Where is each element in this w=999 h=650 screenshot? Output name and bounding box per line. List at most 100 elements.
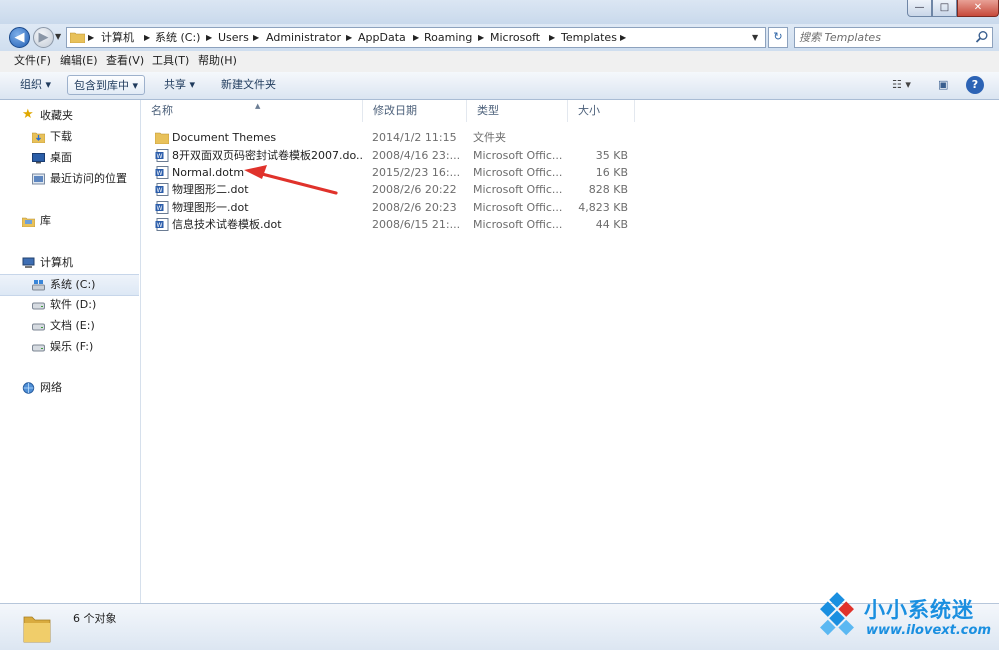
nav-downloads[interactable]: 下载 <box>0 127 139 147</box>
svg-text:W: W <box>157 170 163 177</box>
file-row[interactable]: W Normal.dotm 2015/2/23 16:... Microsoft… <box>141 164 641 181</box>
file-name: 8开双面双页码密封试卷模板2007.do... <box>172 149 362 162</box>
breadcrumb-separator[interactable]: ▶ <box>144 30 150 46</box>
breadcrumb-microsoft[interactable]: Microsoft <box>490 30 540 46</box>
word-template-icon: W <box>155 166 169 179</box>
nav-network[interactable]: 网络 <box>0 378 139 398</box>
breadcrumb-templates[interactable]: Templates <box>561 30 617 46</box>
search-icon[interactable] <box>975 30 989 44</box>
share-button[interactable]: 共享 ▾ <box>158 75 201 95</box>
file-type: 文件夹 <box>473 131 506 144</box>
network-icon <box>22 382 35 394</box>
maximize-button[interactable]: □ <box>932 0 957 17</box>
file-type: Microsoft Offic... <box>473 201 563 214</box>
breadcrumb-separator[interactable]: ▶ <box>413 30 419 46</box>
column-header-type[interactable]: 类型 <box>467 100 568 122</box>
column-header-name[interactable]: 名称 <box>141 100 363 122</box>
file-row[interactable]: W 信息技术试卷模板.dot 2008/6/15 21:... Microsof… <box>141 216 641 233</box>
breadcrumb-users[interactable]: Users <box>218 30 249 46</box>
breadcrumb-administrator[interactable]: Administrator <box>266 30 341 46</box>
system-drive-icon <box>32 280 45 291</box>
file-row[interactable]: W 物理图形二.dot 2008/2/6 20:22 Microsoft Off… <box>141 181 641 198</box>
breadcrumb-separator[interactable]: ▶ <box>206 30 212 46</box>
file-size: 44 KB <box>595 218 628 231</box>
address-dropdown-button[interactable]: ▼ <box>752 29 758 47</box>
file-date: 2014/1/2 11:15 <box>372 131 457 144</box>
nav-computer[interactable]: 计算机 <box>0 253 139 273</box>
watermark-url: www.ilovext.com <box>866 623 991 638</box>
drive-icon <box>32 323 45 331</box>
folder-icon <box>70 32 85 43</box>
menu-help[interactable]: 帮助(H) <box>198 54 237 68</box>
folder-icon <box>155 132 169 144</box>
file-row[interactable]: Document Themes 2014/1/2 11:15 文件夹 <box>141 129 641 146</box>
breadcrumb-computer[interactable]: 计算机 <box>101 30 134 46</box>
help-button[interactable]: ? <box>966 76 984 94</box>
navigation-pane: ★ 收藏夹 下载 桌面 最近访问的位置 库 计算机 系统 (C:) 软件 (D:… <box>0 100 141 603</box>
history-dropdown-button[interactable]: ▼ <box>55 32 61 41</box>
search-input[interactable] <box>799 29 967 46</box>
file-date: 2015/2/23 16:... <box>372 166 461 179</box>
drive-icon <box>32 344 45 352</box>
menu-view[interactable]: 查看(V) <box>106 54 144 68</box>
nav-label: 文档 (E:) <box>50 319 95 332</box>
include-in-library-button[interactable]: 包含到库中 ▾ <box>67 75 146 95</box>
word-template-icon: W <box>155 201 169 214</box>
breadcrumb-appdata[interactable]: AppData <box>358 30 406 46</box>
star-icon: ★ <box>22 107 34 122</box>
menu-tools[interactable]: 工具(T) <box>152 54 189 68</box>
breadcrumb-separator[interactable]: ▶ <box>253 30 259 46</box>
nav-recent-places[interactable]: 最近访问的位置 <box>0 169 139 189</box>
address-bar[interactable]: ▶ 计算机 ▶ 系统 (C:) ▶ Users ▶ Administrator … <box>66 27 766 48</box>
downloads-folder-icon <box>32 132 45 143</box>
nav-label: 计算机 <box>40 256 73 269</box>
file-date: 2008/2/6 20:23 <box>372 201 457 214</box>
file-row[interactable]: W 物理图形一.dot 2008/2/6 20:23 Microsoft Off… <box>141 199 641 216</box>
title-bar <box>0 0 999 24</box>
nav-drive-d[interactable]: 软件 (D:) <box>0 295 139 315</box>
file-name: Document Themes <box>172 131 277 144</box>
nav-label: 系统 (C:) <box>50 278 96 291</box>
menu-bar: 文件(F) 编辑(E) 查看(V) 工具(T) 帮助(H) <box>0 51 999 73</box>
search-box[interactable] <box>794 27 993 48</box>
preview-pane-button[interactable]: ▣ <box>932 75 954 95</box>
menu-file[interactable]: 文件(F) <box>14 54 51 68</box>
nav-desktop[interactable]: 桌面 <box>0 148 139 168</box>
column-header-size[interactable]: 大小 <box>568 100 635 122</box>
breadcrumb-separator[interactable]: ▶ <box>549 30 555 46</box>
breadcrumb-separator[interactable]: ▶ <box>478 30 484 46</box>
new-folder-button[interactable]: 新建文件夹 <box>215 75 282 95</box>
breadcrumb-roaming[interactable]: Roaming <box>424 30 472 46</box>
forward-button[interactable]: ▶ <box>33 27 54 48</box>
nav-favorites[interactable]: ★ 收藏夹 <box>0 106 139 126</box>
column-header-date[interactable]: 修改日期 <box>363 100 467 122</box>
recent-places-icon <box>32 173 45 185</box>
desktop-icon <box>32 153 45 164</box>
file-name: 信息技术试卷模板.dot <box>172 218 282 231</box>
nav-drive-c[interactable]: 系统 (C:) <box>0 274 139 296</box>
view-options-button[interactable]: ☷ ▾ <box>886 75 917 95</box>
nav-label: 网络 <box>40 381 62 394</box>
breadcrumb-drive-c[interactable]: 系统 (C:) <box>155 30 200 46</box>
breadcrumb-separator[interactable]: ▶ <box>88 30 94 46</box>
folder-icon <box>23 616 51 643</box>
back-button[interactable]: ◀ <box>9 27 30 48</box>
organize-button[interactable]: 组织 ▾ <box>14 75 57 95</box>
menu-edit[interactable]: 编辑(E) <box>60 54 98 68</box>
close-button[interactable]: ✕ <box>957 0 999 17</box>
nav-label: 软件 (D:) <box>50 298 97 311</box>
nav-drive-f[interactable]: 娱乐 (F:) <box>0 337 139 357</box>
file-size: 4,823 KB <box>578 201 628 214</box>
library-icon <box>22 217 35 227</box>
nav-libraries[interactable]: 库 <box>0 211 139 231</box>
status-item-count: 6 个对象 <box>73 612 117 625</box>
refresh-button[interactable]: ↻ <box>768 27 788 48</box>
breadcrumb-separator[interactable]: ▶ <box>346 30 352 46</box>
file-size: 16 KB <box>595 166 628 179</box>
file-date: 2008/2/6 20:22 <box>372 183 457 196</box>
file-row[interactable]: W 8开双面双页码密封试卷模板2007.do... 2008/4/16 23:.… <box>141 147 641 164</box>
minimize-button[interactable]: — <box>907 0 932 17</box>
breadcrumb-separator[interactable]: ▶ <box>620 30 626 46</box>
nav-label: 下载 <box>50 130 72 143</box>
nav-drive-e[interactable]: 文档 (E:) <box>0 316 139 336</box>
